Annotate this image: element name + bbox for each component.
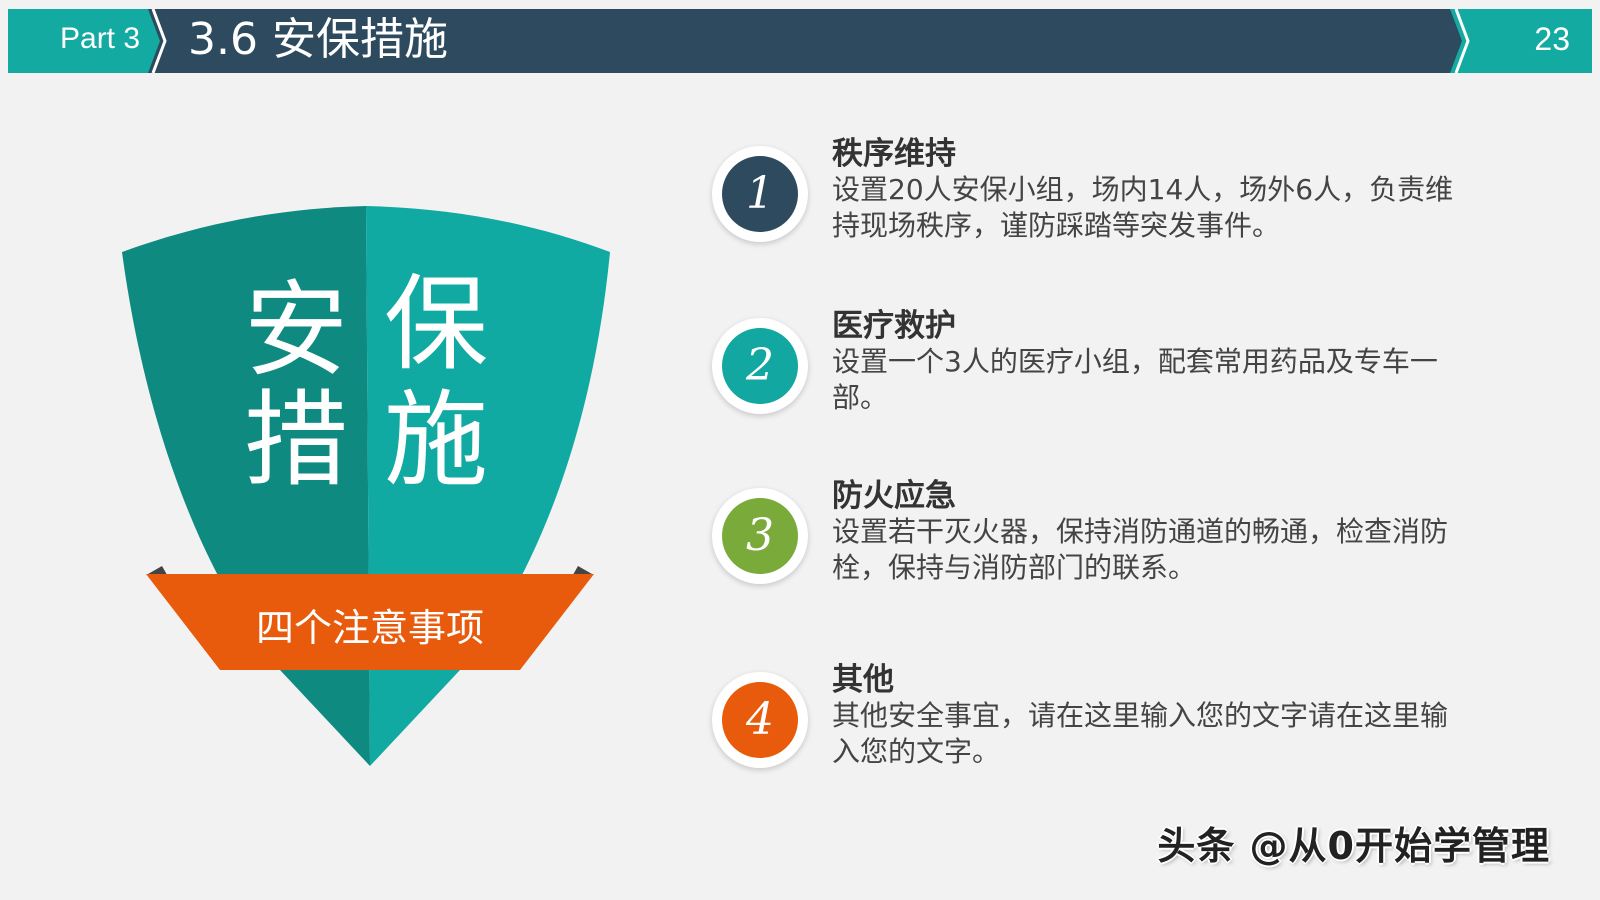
number-badge: 4 — [712, 672, 808, 768]
shield-char-bao: 保 — [383, 263, 488, 385]
number-badge-label: 1 — [722, 156, 798, 232]
shield-graphic: 安 保 措 施 — [110, 200, 630, 800]
slide-title: 3.6 安保措施 — [188, 14, 448, 65]
list-item: 1 秩序维持 设置20人安保小组，场内14人，场外6人，负责维持现场秩序，谨防踩… — [712, 136, 1512, 276]
watermark: 头条 @从0开始学管理 — [1157, 824, 1550, 868]
item-description: 设置一个3人的医疗小组，配套常用药品及专车一部。 — [832, 345, 1438, 414]
item-title: 秩序维持 — [832, 136, 956, 172]
number-badge-label: 4 — [722, 682, 798, 758]
shield-char-an: 安 — [243, 269, 348, 391]
item-description: 其他安全事宜，请在这里输入您的文字请在这里输入您的文字。 — [832, 699, 1449, 768]
number-badge-label: 3 — [722, 498, 798, 574]
list-item: 2 医疗救护 设置一个3人的医疗小组，配套常用药品及专车一部。 — [712, 308, 1512, 448]
number-badge-label: 2 — [722, 328, 798, 404]
ribbon-label: 四个注意事项 — [255, 606, 484, 650]
page-number: 23 — [1534, 21, 1570, 57]
header-bar: Part 3 3.6 安保措施 23 — [8, 9, 1592, 73]
part-label: Part 3 — [60, 22, 141, 55]
shield-icon — [122, 206, 610, 766]
number-badge: 1 — [712, 146, 808, 242]
item-title: 其他 — [832, 662, 894, 698]
number-badge: 3 — [712, 488, 808, 584]
item-description: 设置若干灭火器，保持消防通道的畅通，检查消防栓，保持与消防部门的联系。 — [832, 515, 1449, 584]
number-badge: 2 — [712, 318, 808, 414]
list-item: 3 防火应急 设置若干灭火器，保持消防通道的畅通，检查消防栓，保持与消防部门的联… — [712, 478, 1512, 618]
item-description: 设置20人安保小组，场内14人，场外6人，负责维持现场秩序，谨防踩踏等突发事件。 — [832, 173, 1454, 242]
shield-char-cuo: 措 — [243, 379, 348, 501]
shield-char-shi: 施 — [383, 379, 488, 501]
item-title: 防火应急 — [832, 478, 956, 514]
item-title: 医疗救护 — [832, 308, 956, 344]
list-item: 4 其他 其他安全事宜，请在这里输入您的文字请在这里输入您的文字。 — [712, 662, 1512, 802]
